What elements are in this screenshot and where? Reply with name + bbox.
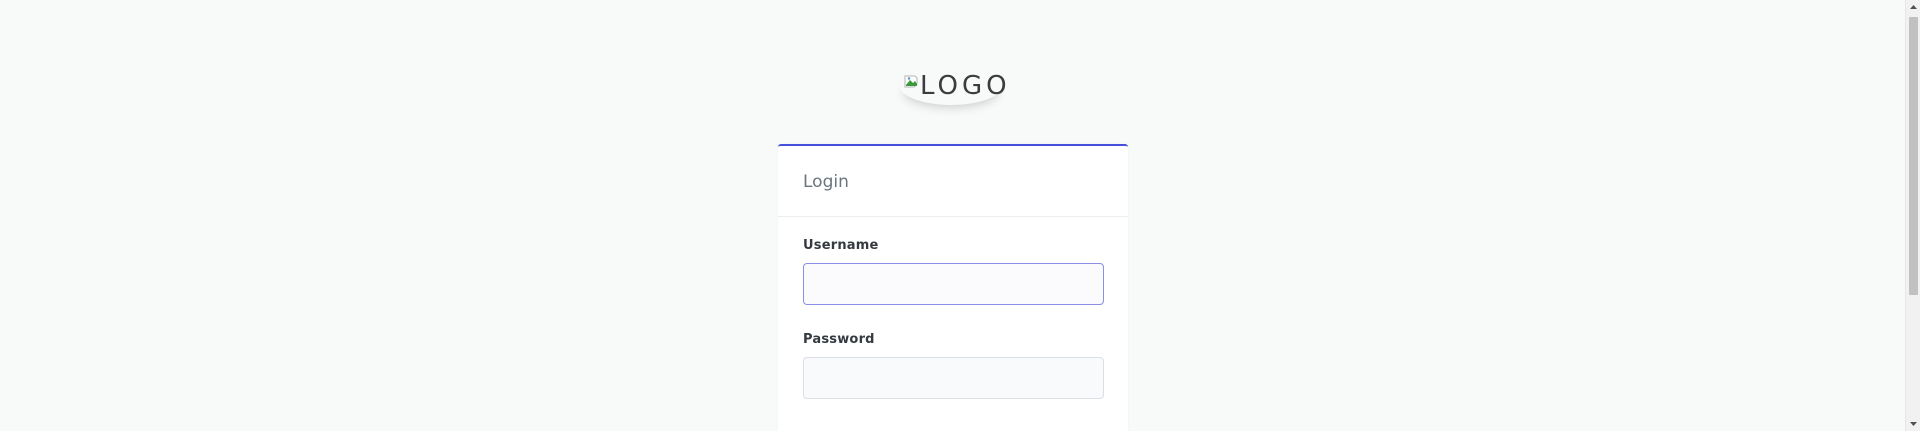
login-card-header: Login [778,146,1128,217]
scroll-up-arrow-icon[interactable] [1906,0,1920,15]
vertical-scrollbar[interactable] [1905,0,1920,431]
login-card: Login Username Password [778,144,1128,431]
password-input[interactable] [803,357,1104,399]
logo-alt-text: LOGO [920,71,1011,101]
login-page: LOGO Login Username Password [0,0,1905,431]
scroll-down-arrow-icon[interactable] [1906,416,1920,431]
broken-image-icon [904,75,918,88]
scrollbar-thumb[interactable] [1909,17,1918,295]
browser-viewport: LOGO Login Username Password [0,0,1920,431]
password-label: Password [803,332,875,347]
username-label: Username [803,238,879,253]
login-title: Login [803,172,849,192]
username-input[interactable] [803,263,1104,305]
login-form: Username Password [778,217,1128,399]
logo: LOGO [900,67,1007,105]
